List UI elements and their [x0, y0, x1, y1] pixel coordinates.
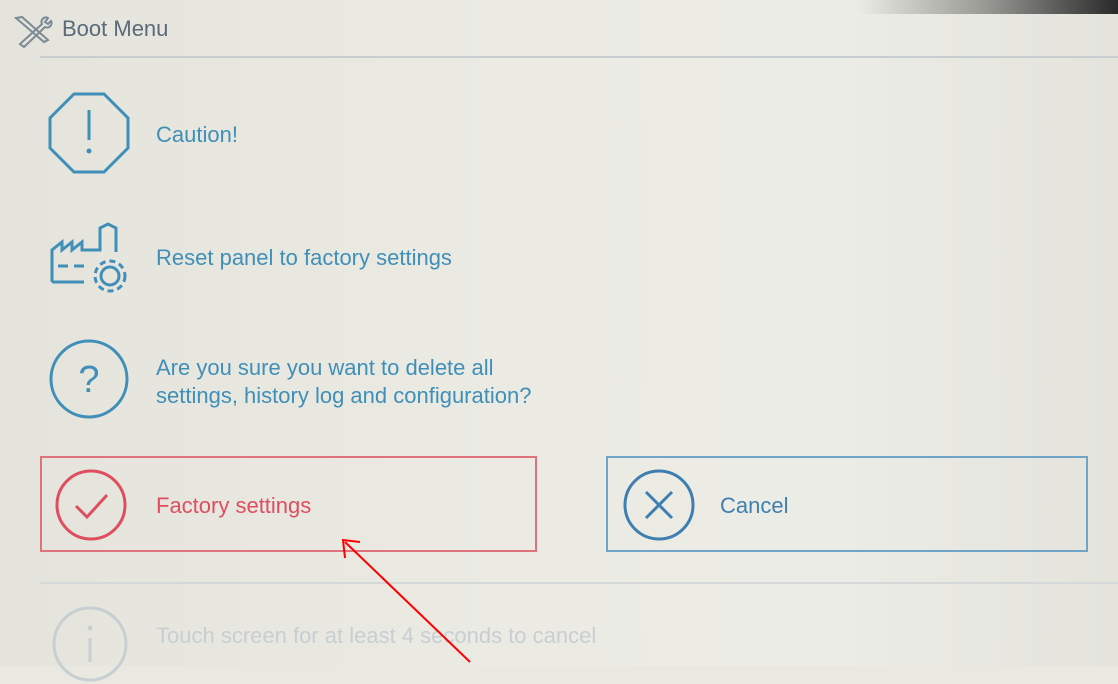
reset-text: Reset panel to factory settings [156, 245, 452, 270]
warning-octagon-icon [48, 92, 130, 174]
question-circle-icon: ? [49, 339, 129, 419]
info-circle-icon [52, 606, 128, 682]
title-divider [40, 56, 1118, 58]
check-circle-icon [55, 469, 127, 541]
question-text: Are you sure you want to delete all sett… [156, 354, 531, 410]
info-row: Touch screen for at least 4 seconds to c… [0, 596, 1118, 682]
cancel-button[interactable]: Cancel [606, 456, 1088, 552]
boot-menu-screen: Boot Menu Caution! Reset panel to factor… [0, 0, 1118, 682]
caution-text: Caution! [156, 122, 238, 147]
factory-settings-label: Factory settings [156, 493, 312, 518]
factory-settings-button[interactable]: Factory settings [40, 456, 537, 552]
info-text: Touch screen for at least 4 seconds to c… [156, 623, 597, 648]
tools-icon [13, 15, 53, 48]
window-title: Boot Menu [62, 16, 169, 41]
question-line-1: Are you sure you want to delete all [156, 355, 494, 380]
title-bar: Boot Menu [0, 0, 1118, 56]
bottom-divider [40, 582, 1118, 584]
reset-row: Reset panel to factory settings [0, 214, 1118, 304]
question-row: ? Are you sure you want to delete all se… [0, 338, 1118, 428]
svg-text:?: ? [78, 359, 99, 401]
question-line-2: settings, history log and configuration? [156, 383, 532, 408]
factory-gear-icon [50, 222, 127, 293]
x-circle-icon [623, 469, 695, 541]
cancel-label: Cancel [720, 493, 789, 518]
caution-row: Caution! [0, 90, 1118, 180]
